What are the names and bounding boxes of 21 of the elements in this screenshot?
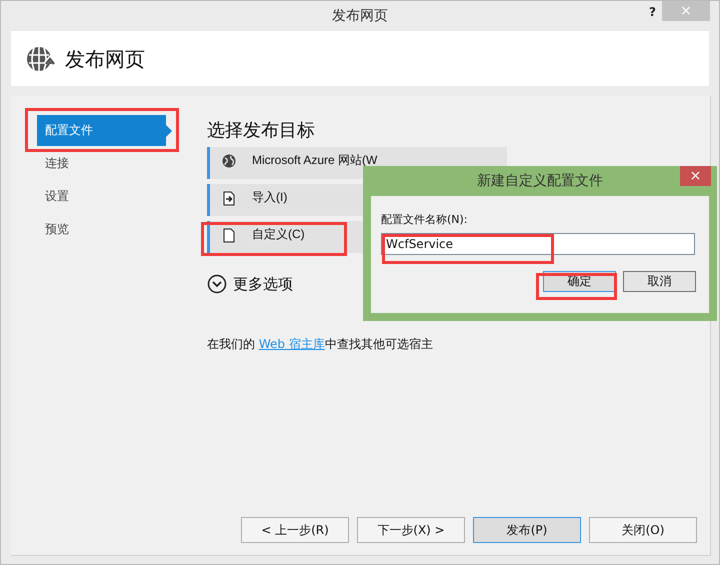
help-button[interactable]: ? <box>649 3 656 21</box>
input-field[interactable]: WcfService <box>381 232 695 254</box>
import-icon <box>222 191 234 206</box>
dialog-button[interactable]: 取消 <box>623 270 696 292</box>
window-title: 发布网页 <box>332 6 388 26</box>
wizard-button[interactable]: 关闭(O) <box>589 517 697 543</box>
close-button[interactable]: × <box>680 166 711 186</box>
wizard-button[interactable]: 下一步(X) > <box>357 517 465 543</box>
globe-icon <box>222 154 236 168</box>
document-icon <box>222 228 234 243</box>
hosting-sentence: 在我们的 Web 宿主库中查找其他可选宿主 <box>207 336 434 352</box>
section-heading: 选择发布目标 <box>207 119 316 143</box>
sidebar-item[interactable]: 预览 <box>37 214 166 245</box>
wizard-button[interactable]: < 上一步(R) <box>241 517 349 543</box>
sidebar-item[interactable]: 连接 <box>37 148 166 179</box>
pointer-icon <box>166 125 172 137</box>
wizard-button[interactable]: 发布(P) <box>473 517 581 543</box>
header-title: 发布网页 <box>65 46 145 72</box>
more-options-link[interactable]: 更多选项 <box>233 273 293 296</box>
sidebar-item[interactable]: 设置 <box>37 181 166 212</box>
expand-icon[interactable] <box>207 274 227 294</box>
